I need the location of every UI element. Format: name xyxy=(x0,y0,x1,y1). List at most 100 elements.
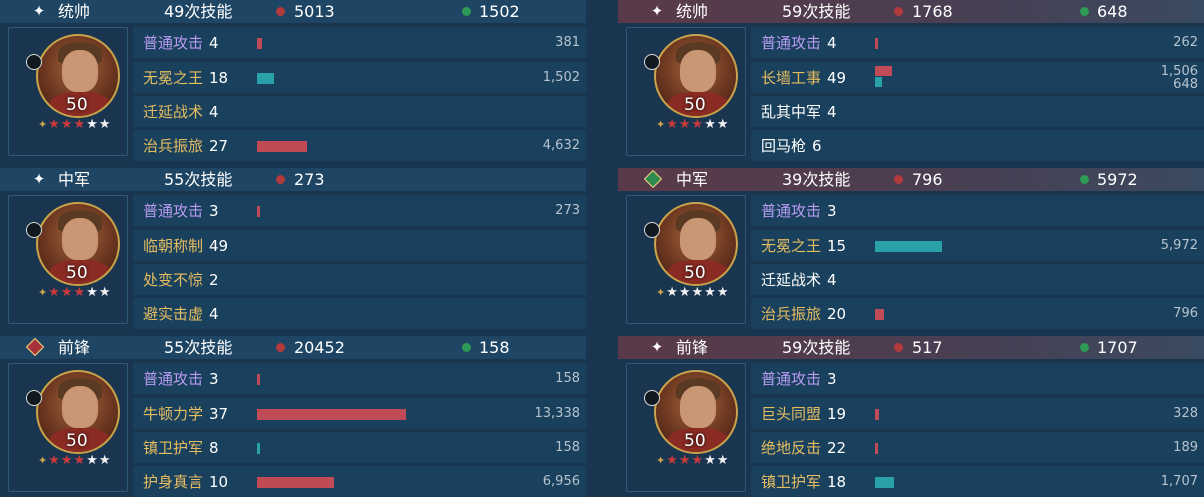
skill-name: 迁延战术 4 xyxy=(761,269,837,290)
skill-uses: 3 xyxy=(209,202,219,220)
skill-name: 护身真言 10 xyxy=(143,471,228,492)
skill-uses: 18 xyxy=(209,69,229,87)
skill-row[interactable]: 镇卫护军 18 1,707 xyxy=(751,466,1204,497)
damage-dot-icon xyxy=(894,7,903,16)
skill-row[interactable]: 长墙工事 49 1,506 648 xyxy=(751,62,1204,93)
skill-row[interactable]: 普通攻击 4 262 xyxy=(751,27,1204,58)
skill-row[interactable]: 牛顿力学 37 13,338 xyxy=(133,398,586,429)
heal-dot-icon xyxy=(462,343,471,352)
skill-row[interactable]: 回马枪 6 xyxy=(751,130,1204,161)
skill-value: 13,338 xyxy=(534,406,581,421)
skill-row[interactable]: 普通攻击 3 273 xyxy=(133,195,586,226)
skill-uses: 19 xyxy=(827,405,847,423)
skill-heal-value: 648 xyxy=(1173,77,1198,92)
star-rating: ✦★★★★★ xyxy=(656,286,730,300)
stars-red: ★★★ xyxy=(48,285,87,300)
skill-uses: 37 xyxy=(209,405,229,423)
skill-count: 59次技能 xyxy=(782,2,851,21)
skill-value: 4,632 xyxy=(542,138,580,153)
skill-label: 迁延战术 xyxy=(761,271,822,289)
damage-total: 517 xyxy=(912,338,943,357)
rank-icon: ✦ xyxy=(656,454,667,467)
skill-name: 牛顿力学 37 xyxy=(143,403,228,424)
skill-row[interactable]: 迁延战术 4 xyxy=(133,96,586,127)
skill-row[interactable]: 无冕之王 15 5,972 xyxy=(751,230,1204,261)
skill-name: 绝地反击 22 xyxy=(761,437,846,458)
skill-uses: 6 xyxy=(812,137,822,155)
skill-name: 回马枪 6 xyxy=(761,135,822,156)
skill-row[interactable]: 绝地反击 22 189 xyxy=(751,432,1204,463)
skill-uses: 4 xyxy=(209,305,219,323)
damage-total: 273 xyxy=(294,170,325,189)
stars-white: ★★ xyxy=(704,453,730,468)
damage-total: 20452 xyxy=(294,338,345,357)
skill-name: 避实击虚 4 xyxy=(143,303,219,324)
skill-row[interactable]: 护身真言 10 6,956 xyxy=(133,466,586,497)
stars-red: ★★★ xyxy=(666,117,705,132)
sparkle-icon: ✦ xyxy=(650,338,664,356)
rank-icon: ✦ xyxy=(38,286,49,299)
skill-label: 乱其中军 xyxy=(761,103,822,121)
skill-label: 避实击虚 xyxy=(143,305,204,323)
skill-name: 长墙工事 49 xyxy=(761,67,846,88)
damage-dot-icon xyxy=(276,343,285,352)
skill-row[interactable]: 普通攻击 3 xyxy=(751,195,1204,226)
heal-dot-icon xyxy=(1080,175,1089,184)
skill-label: 牛顿力学 xyxy=(143,405,204,423)
star-rating: ✦★★★★★ xyxy=(38,118,112,132)
damage-dot-icon xyxy=(276,175,285,184)
skill-row[interactable]: 治兵振旅 20 796 xyxy=(751,298,1204,329)
hero-level: 50 xyxy=(66,95,88,115)
skill-uses: 22 xyxy=(827,439,847,457)
skill-uses: 8 xyxy=(209,439,219,457)
skill-row[interactable]: 避实击虚 4 xyxy=(133,298,586,329)
star-rating: ✦★★★★★ xyxy=(38,286,112,300)
skill-uses: 4 xyxy=(827,103,837,121)
skill-name: 普通攻击 4 xyxy=(143,32,219,53)
skill-row[interactable]: 巨头同盟 19 328 xyxy=(751,398,1204,429)
stars-red: ★★★ xyxy=(666,453,705,468)
rank-icon: ✦ xyxy=(656,286,667,299)
skill-count: 59次技能 xyxy=(782,338,851,357)
damage-dot-icon xyxy=(894,343,903,352)
heal-dot-icon xyxy=(1080,7,1089,16)
skill-row[interactable]: 临朝称制 49 xyxy=(133,230,586,261)
damage-total: 5013 xyxy=(294,2,335,21)
role-name: 中军 xyxy=(58,170,91,189)
skill-name: 普通攻击 3 xyxy=(761,200,837,221)
skill-label: 普通攻击 xyxy=(143,370,204,388)
hero-level: 50 xyxy=(684,431,706,451)
skill-label: 治兵振旅 xyxy=(761,305,822,323)
skill-uses: 2 xyxy=(209,271,219,289)
skill-uses: 3 xyxy=(827,370,837,388)
role-name: 中军 xyxy=(676,170,709,189)
skill-row[interactable]: 治兵振旅 27 4,632 xyxy=(133,130,586,161)
skill-value: 328 xyxy=(1173,406,1198,421)
skill-row[interactable]: 普通攻击 3 xyxy=(751,363,1204,394)
skill-row[interactable]: 处变不惊 2 xyxy=(133,264,586,295)
skill-value: 5,972 xyxy=(1160,238,1198,253)
skill-row[interactable]: 镇卫护军 8 158 xyxy=(133,432,586,463)
skill-label: 普通攻击 xyxy=(761,202,822,220)
skill-label: 巨头同盟 xyxy=(761,405,822,423)
skill-row[interactable]: 迁延战术 4 xyxy=(751,264,1204,295)
crest-icon xyxy=(26,54,42,70)
skill-row[interactable]: 乱其中军 4 xyxy=(751,96,1204,127)
skill-label: 迁延战术 xyxy=(143,103,204,121)
damage-bar xyxy=(257,206,260,217)
heart-diamond-icon xyxy=(643,169,663,189)
heal-total: 1502 xyxy=(479,2,520,21)
crest-icon xyxy=(26,222,42,238)
skill-value: 1,707 xyxy=(1160,474,1198,489)
skill-value: 381 xyxy=(555,35,580,50)
skill-name: 无冕之王 18 xyxy=(143,67,228,88)
skill-uses: 3 xyxy=(827,202,837,220)
damage-total: 1768 xyxy=(912,2,953,21)
damage-bar xyxy=(257,374,260,385)
damage-bar xyxy=(875,443,878,454)
skill-row[interactable]: 普通攻击 4 381 xyxy=(133,27,586,58)
skill-row[interactable]: 无冕之王 18 1,502 xyxy=(133,62,586,93)
crest-icon xyxy=(644,54,660,70)
skill-label: 回马枪 xyxy=(761,137,807,155)
skill-row[interactable]: 普通攻击 3 158 xyxy=(133,363,586,394)
